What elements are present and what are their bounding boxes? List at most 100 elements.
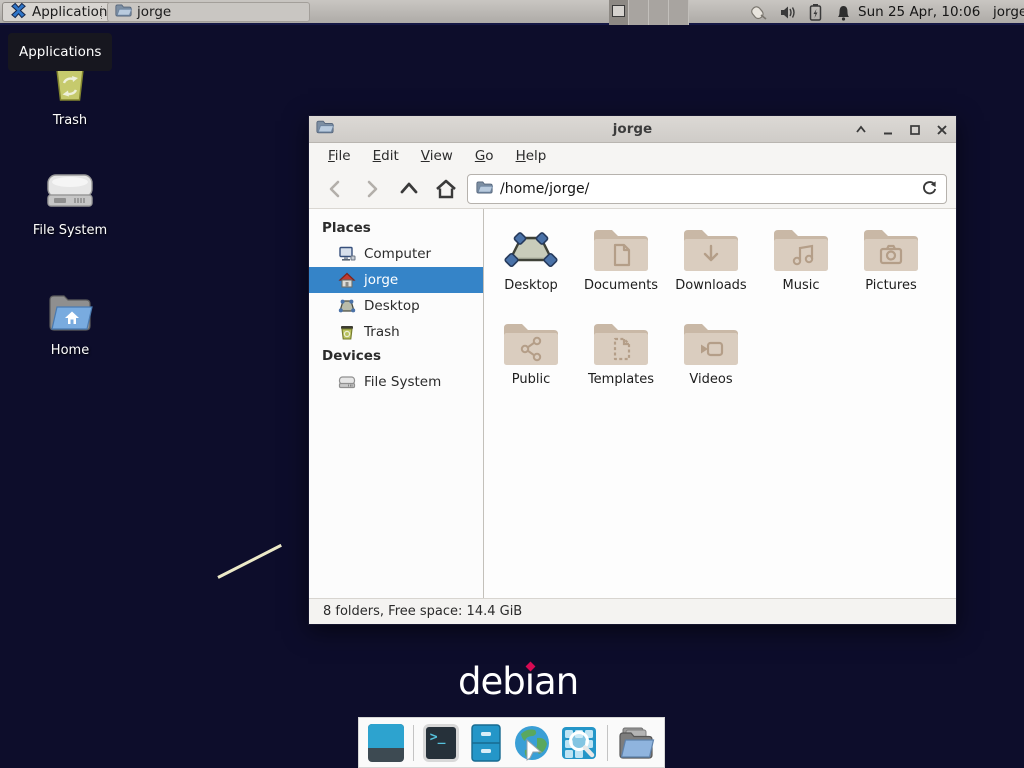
home-button[interactable] bbox=[432, 175, 460, 203]
battery-charging-icon[interactable] bbox=[806, 3, 825, 22]
hard-drive-icon bbox=[337, 373, 356, 392]
sidebar-item-jorge[interactable]: jorge bbox=[309, 267, 483, 293]
audio-volume-icon[interactable] bbox=[778, 3, 797, 22]
hard-drive-icon bbox=[43, 170, 97, 218]
panel-clock[interactable]: Sun 25 Apr, 10:06 bbox=[858, 0, 980, 25]
window-titlebar[interactable]: jorge bbox=[309, 116, 956, 143]
folder-label: Videos bbox=[689, 372, 732, 387]
application-finder-icon[interactable] bbox=[560, 724, 598, 762]
home-icon bbox=[337, 271, 356, 290]
path-input[interactable]: /home/jorge/ bbox=[500, 181, 914, 197]
reload-icon[interactable] bbox=[921, 179, 938, 200]
computer-icon bbox=[337, 245, 356, 264]
back-button[interactable] bbox=[321, 175, 349, 203]
location-bar[interactable]: /home/jorge/ bbox=[467, 174, 947, 204]
workspace-switcher[interactable] bbox=[609, 0, 689, 25]
terminal-icon[interactable]: >_ bbox=[423, 724, 459, 762]
folder-label: Downloads bbox=[675, 278, 746, 293]
workspace-2[interactable] bbox=[629, 0, 649, 25]
top-panel: Applications jorge bbox=[0, 0, 1024, 25]
menu-view[interactable]: View bbox=[410, 144, 464, 168]
panel-handle bbox=[101, 6, 104, 19]
desktop: Applications jorge bbox=[0, 0, 1024, 768]
debian-wordmark: debıan bbox=[458, 660, 578, 703]
up-button[interactable] bbox=[395, 175, 423, 203]
panel-username[interactable]: jorge bbox=[993, 0, 1024, 25]
input-device-icon[interactable] bbox=[750, 3, 769, 22]
menubar: File Edit View Go Help bbox=[309, 143, 956, 169]
folder-label: Music bbox=[783, 278, 820, 293]
folder-item-downloads[interactable]: Downloads bbox=[666, 225, 756, 319]
workspace-window-thumbnail bbox=[612, 5, 625, 17]
file-manager-window: jorge File Edit View Go Help bbox=[308, 115, 957, 625]
workspace-1[interactable] bbox=[609, 0, 629, 25]
web-browser-icon[interactable] bbox=[513, 724, 551, 762]
sidebar: Places Computer jorge bbox=[309, 209, 484, 598]
home-folder-icon bbox=[45, 290, 95, 338]
dock-separator bbox=[607, 725, 608, 761]
documents-folder-icon bbox=[591, 225, 651, 275]
desktop-icon bbox=[337, 297, 356, 316]
folder-item-music[interactable]: Music bbox=[756, 225, 846, 319]
file-cabinet-icon[interactable] bbox=[468, 724, 504, 762]
xfce-applications-icon bbox=[10, 2, 27, 23]
notifications-bell-icon[interactable] bbox=[834, 3, 853, 22]
sidebar-item-desktop[interactable]: Desktop bbox=[309, 293, 483, 319]
folder-label: Pictures bbox=[865, 278, 916, 293]
sidebar-item-label: Desktop bbox=[364, 298, 420, 314]
system-tray bbox=[750, 0, 853, 25]
folder-label: Templates bbox=[588, 372, 654, 387]
shade-button[interactable] bbox=[852, 121, 869, 138]
minimize-button[interactable] bbox=[879, 121, 896, 138]
sidebar-item-computer[interactable]: Computer bbox=[309, 241, 483, 267]
close-button[interactable] bbox=[933, 121, 950, 138]
desktop-icon-label: Home bbox=[51, 343, 89, 358]
menu-go[interactable]: Go bbox=[464, 144, 505, 168]
menu-file[interactable]: File bbox=[317, 144, 362, 168]
workspace-3[interactable] bbox=[649, 0, 669, 25]
statusbar: 8 folders, Free space: 14.4 GiB bbox=[309, 598, 956, 624]
folder-item-public[interactable]: Public bbox=[486, 319, 576, 413]
folder-label: Desktop bbox=[504, 278, 558, 293]
sidebar-item-label: File System bbox=[364, 374, 441, 390]
sidebar-item-label: jorge bbox=[364, 272, 398, 288]
downloads-folder-icon bbox=[681, 225, 741, 275]
folder-item-desktop[interactable]: Desktop bbox=[486, 225, 576, 319]
workspace-4[interactable] bbox=[669, 0, 689, 25]
show-desktop-top bbox=[368, 724, 404, 748]
forward-button[interactable] bbox=[358, 175, 386, 203]
maximize-button[interactable] bbox=[906, 121, 923, 138]
menu-edit[interactable]: Edit bbox=[362, 144, 410, 168]
folder-label: Public bbox=[512, 372, 550, 387]
taskbar-window-button[interactable]: jorge bbox=[107, 2, 310, 22]
terminal-prompt-glyph: >_ bbox=[430, 730, 446, 745]
file-manager-folder-icon[interactable] bbox=[617, 724, 655, 762]
debian-wordmark-part1: deb bbox=[458, 660, 525, 703]
folder-item-documents[interactable]: Documents bbox=[576, 225, 666, 319]
templates-folder-icon bbox=[591, 319, 651, 369]
desktop-icon-label: Trash bbox=[53, 113, 87, 128]
pictures-folder-icon bbox=[861, 225, 921, 275]
sidebar-header-devices: Devices bbox=[309, 345, 483, 369]
show-desktop-icon[interactable] bbox=[368, 724, 404, 762]
desktop-icon-file-system[interactable]: File System bbox=[22, 170, 118, 238]
folder-item-videos[interactable]: Videos bbox=[666, 319, 756, 413]
sidebar-item-file-system[interactable]: File System bbox=[309, 369, 483, 395]
desktop-icon-label: File System bbox=[33, 223, 107, 238]
desktop-icon-home[interactable]: Home bbox=[30, 290, 110, 358]
sidebar-item-label: Trash bbox=[364, 324, 400, 340]
applications-tooltip: Applications bbox=[8, 33, 112, 71]
window-folder-icon bbox=[316, 119, 334, 139]
sidebar-item-label: Computer bbox=[364, 246, 431, 262]
applications-menu-button[interactable]: Applications bbox=[2, 2, 122, 22]
desktop-trapezoid-icon bbox=[501, 225, 561, 275]
public-folder-icon bbox=[501, 319, 561, 369]
taskbar-window-label: jorge bbox=[137, 4, 171, 20]
trash-icon bbox=[337, 323, 356, 342]
sidebar-item-trash[interactable]: Trash bbox=[309, 319, 483, 345]
path-folder-icon bbox=[476, 180, 493, 199]
folder-item-pictures[interactable]: Pictures bbox=[846, 225, 936, 319]
folder-label: Documents bbox=[584, 278, 658, 293]
folder-item-templates[interactable]: Templates bbox=[576, 319, 666, 413]
menu-help[interactable]: Help bbox=[505, 144, 558, 168]
